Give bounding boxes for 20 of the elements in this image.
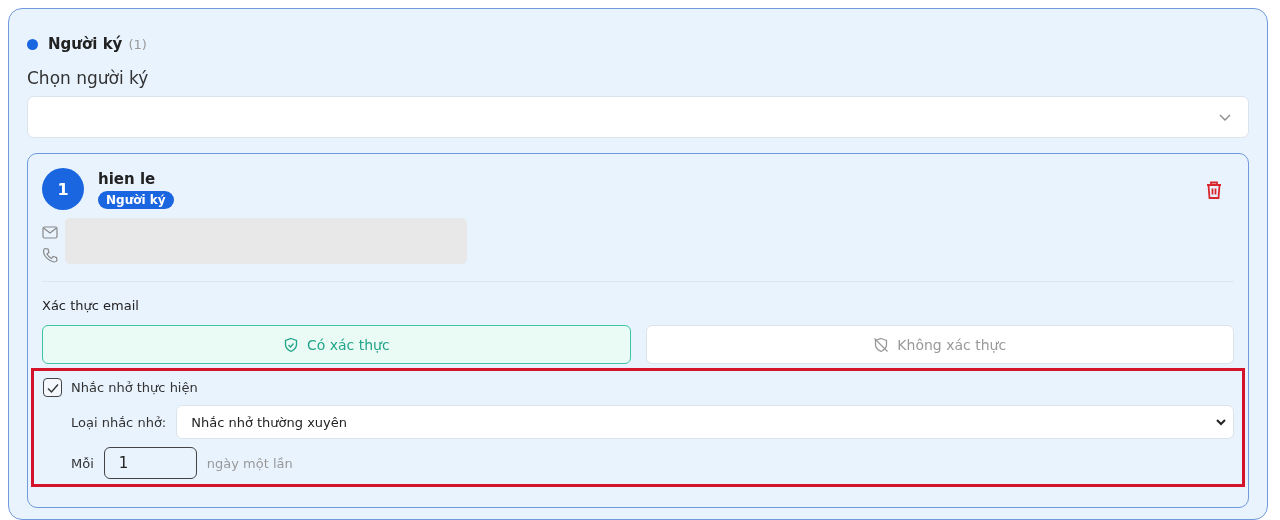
unit-label: ngày một lần (206, 455, 293, 471)
signer-number: 1 (42, 168, 84, 210)
field-label: Xác thực email (42, 298, 140, 313)
field-label: Loại nhắc nhở: (71, 414, 167, 430)
shield-check-icon (282, 336, 299, 353)
signer-count: (1) (128, 36, 147, 52)
reminder-type-select[interactable]: Nhắc nhở thường xuyên (176, 405, 1234, 439)
mail-icon (42, 226, 58, 239)
shield-off-icon (873, 336, 890, 353)
interval-input[interactable]: 1 (103, 447, 197, 479)
signer-name: hien le (98, 170, 156, 188)
delete-icon[interactable] (1205, 180, 1223, 200)
checkbox-label: Nhắc nhở thực hiện (71, 380, 198, 395)
chevron-down-icon (1215, 416, 1227, 428)
role-badge: Người ký (98, 191, 174, 209)
field-label: Chọn người ký (27, 68, 150, 88)
field-label: Mỗi (71, 455, 94, 471)
section-title: Người ký (48, 35, 123, 53)
checkbox[interactable] (43, 378, 62, 397)
phone-icon (42, 247, 58, 263)
